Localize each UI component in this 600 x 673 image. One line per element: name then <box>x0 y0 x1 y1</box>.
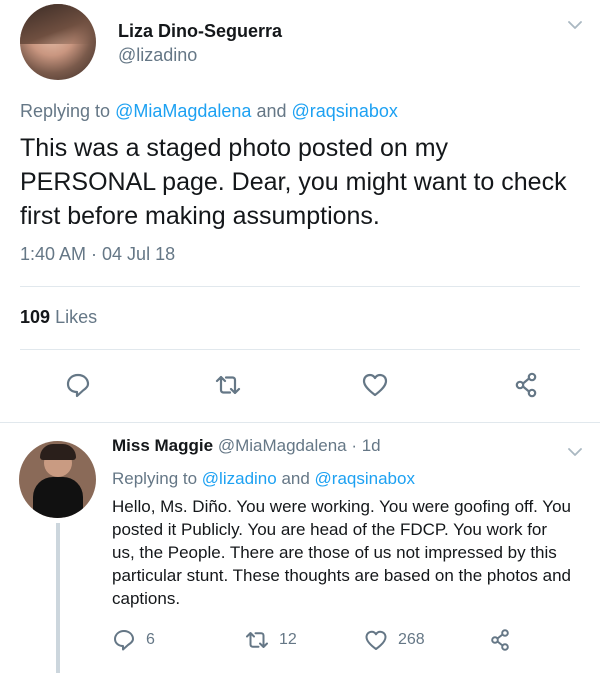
divider <box>0 422 600 423</box>
author-name[interactable]: Liza Dino-Seguerra <box>118 21 282 42</box>
mention-link[interactable]: @raqsinabox <box>315 469 415 488</box>
retweet-icon <box>246 632 268 648</box>
like-count: 268 <box>398 631 425 648</box>
like-button[interactable]: 268 <box>364 628 425 652</box>
likes-stat[interactable]: 109 Likes <box>20 307 97 328</box>
reply-header: Miss Maggie @MiaMagdalena · 1d <box>112 436 381 456</box>
tweet-text: This was a staged photo posted on my PER… <box>20 134 567 230</box>
reply-icon <box>114 630 134 651</box>
reply-icon[interactable] <box>64 371 92 399</box>
author-name[interactable]: Miss Maggie <box>112 436 213 455</box>
replying-to: Replying to @MiaMagdalena and @raqsinabo… <box>20 101 398 121</box>
avatar[interactable] <box>19 441 96 518</box>
share-icon[interactable] <box>512 371 540 399</box>
divider <box>20 349 580 350</box>
mention-link[interactable]: @MiaMagdalena <box>115 101 251 121</box>
mention-link[interactable]: @lizadino <box>202 469 277 488</box>
like-icon[interactable] <box>361 371 389 399</box>
mention-link[interactable]: @raqsinabox <box>292 101 398 121</box>
likes-count: 109 <box>20 307 51 327</box>
replying-to: Replying to @lizadino and @raqsinabox <box>112 469 415 488</box>
avatar[interactable] <box>20 4 96 80</box>
retweet-count: 12 <box>279 631 297 648</box>
retweet-icon[interactable] <box>214 371 242 399</box>
author-handle[interactable]: @MiaMagdalena <box>218 436 347 455</box>
reply-button[interactable]: 6 <box>112 628 155 652</box>
divider <box>20 286 580 287</box>
tweet-age[interactable]: · 1d <box>351 436 380 455</box>
author-handle[interactable]: @lizadino <box>118 45 197 66</box>
tweet-text: Hello, Ms. Diño. You were working. You w… <box>112 497 571 608</box>
share-icon <box>491 629 509 651</box>
reply-count: 6 <box>146 631 155 648</box>
thread-line <box>56 523 60 673</box>
share-button[interactable] <box>488 628 512 652</box>
chevron-down-icon[interactable] <box>568 445 582 459</box>
likes-label: Likes <box>55 307 98 327</box>
timestamp[interactable]: 1:40 AM · 04 Jul 18 <box>20 244 175 265</box>
retweet-button[interactable]: 12 <box>245 628 297 652</box>
chevron-down-icon[interactable] <box>568 18 582 32</box>
like-icon <box>365 630 387 650</box>
